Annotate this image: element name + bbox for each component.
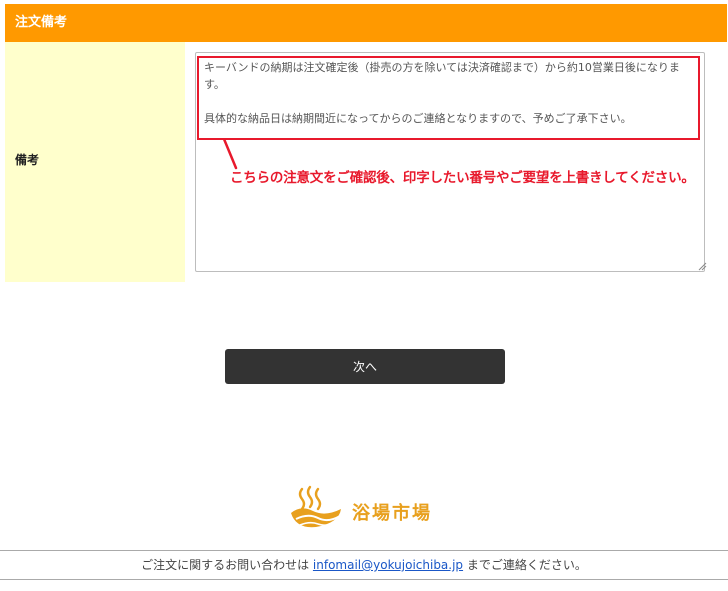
- footer-text-after: までご連絡ください。: [463, 558, 587, 572]
- logo-wordmark: 浴場市場: [352, 503, 432, 524]
- remarks-input-cell: キーバンドの納期は注文確定後（掛売の方を除いては決済確認まで）から約10営業日後…: [185, 42, 727, 282]
- bath-logo-icon: [291, 485, 341, 528]
- brand-logo: 浴場市場: [288, 485, 448, 535]
- remarks-label-cell: 備考: [5, 42, 185, 282]
- footer: ご注文に関するお問い合わせは infomail@yokujoichiba.jp …: [0, 550, 728, 580]
- remarks-row: 備考 キーバンドの納期は注文確定後（掛売の方を除いては決済確認まで）から約10営…: [5, 42, 727, 282]
- remarks-textarea[interactable]: キーバンドの納期は注文確定後（掛売の方を除いては決済確認まで）から約10営業日後…: [195, 52, 705, 272]
- contact-email-link[interactable]: infomail@yokujoichiba.jp: [313, 558, 463, 572]
- annotation-callout-text: こちらの注意文をご確認後、印字したい番号やご要望を上書きしてください。: [230, 170, 695, 186]
- section-title: 注文備考: [15, 15, 68, 30]
- resize-grip-icon[interactable]: [698, 262, 707, 271]
- section-header: 注文備考: [5, 4, 727, 42]
- next-button[interactable]: 次へ: [225, 349, 505, 384]
- remarks-label: 備考: [15, 153, 40, 167]
- footer-text-before: ご注文に関するお問い合わせは: [141, 558, 313, 572]
